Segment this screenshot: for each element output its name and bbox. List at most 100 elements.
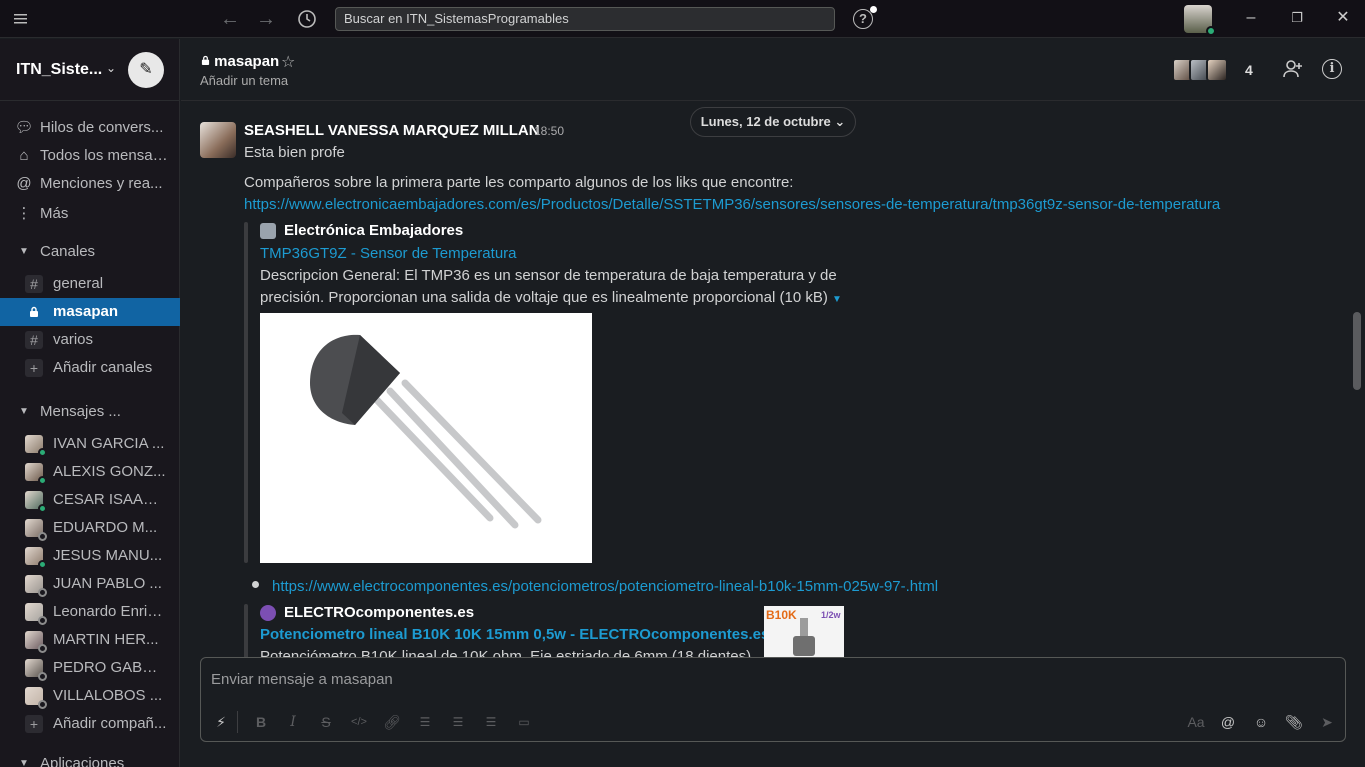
unfurl-title-link[interactable]: Potenciometro lineal B10K 10K 15mm 0,5w … — [260, 626, 769, 643]
forward-arrow-icon[interactable]: → — [255, 9, 277, 29]
sidebar-item-label: masapan — [53, 303, 119, 320]
sidebar-item-dm[interactable]: Leonardo Enriq... — [0, 598, 180, 626]
code-icon[interactable]: </> — [349, 713, 369, 731]
sidebar-item-label: Hilos de convers... — [40, 119, 164, 136]
unfurl-thumbnail-potentiometer[interactable]: B10K 1/2w — [764, 606, 844, 657]
channel-name: masapan — [214, 53, 280, 70]
sidebar-item-dm[interactable]: PEDRO GABRI... — [0, 654, 180, 682]
sidebar-item-general[interactable]: # general — [0, 270, 180, 298]
code-block-icon[interactable]: ▭ — [514, 713, 534, 731]
info-icon[interactable]: i — [1322, 59, 1342, 79]
sidebar-item-label: varios — [53, 331, 94, 348]
sidebar-item-dm[interactable]: IVAN GARCIA ... — [0, 430, 180, 458]
compose-button[interactable]: ✎ — [128, 52, 164, 88]
sidebar-item-dm[interactable]: JUAN PABLO ... — [0, 570, 180, 598]
search-input[interactable]: Buscar en ITN_SistemasProgramables — [335, 7, 835, 31]
sidebar-item-label: Leonardo Enriq... — [53, 603, 168, 620]
message-list: SEASHELL VANESSA MARQUEZ MILLAN 18:50 Lu… — [181, 102, 1365, 657]
dms-section-header[interactable]: ▼ Mensajes ... — [0, 398, 180, 426]
sidebar-item-dm[interactable]: MARTIN HER... — [0, 626, 180, 654]
mention-icon[interactable]: @ — [1218, 713, 1238, 731]
chevron-down-icon[interactable]: ⌄ — [106, 61, 116, 75]
unfurl-description: precisión. Proporcionan una salida de vo… — [260, 289, 842, 306]
sidebar-item-label: Todos los mensaj... — [40, 147, 168, 164]
add-channels-button[interactable]: + Añadir canales — [0, 354, 180, 382]
channels-section-header[interactable]: ▼ Canales — [0, 238, 180, 266]
sidebar-item-dm[interactable]: EDUARDO M... — [0, 514, 180, 542]
sidebar-item-mentions[interactable]: @ Menciones y rea... — [0, 170, 180, 198]
minimize-icon[interactable]: – — [1243, 10, 1259, 26]
unfurl-title-link[interactable]: TMP36GT9Z - Sensor de Temperatura — [260, 245, 517, 262]
sidebar-item-dm[interactable]: JESUS MANU... — [0, 542, 180, 570]
caret-down-icon: ▼ — [19, 406, 29, 417]
unfurl-image-tmp36[interactable] — [260, 313, 592, 563]
message-link[interactable]: https://www.electronicaembajadores.com/e… — [244, 196, 1220, 213]
presence-dot — [38, 672, 47, 681]
scrollbar[interactable] — [1353, 312, 1361, 390]
sidebar-item-more[interactable]: ⋮ Más — [0, 200, 180, 228]
send-icon[interactable]: ➤ — [1317, 713, 1337, 731]
message-input[interactable]: Enviar mensaje a masapan — [211, 671, 393, 688]
member-avatar — [1206, 58, 1228, 82]
sidebar-item-dm[interactable]: VILLALOBOS ... — [0, 682, 180, 710]
channel-topic[interactable]: Añadir un tema — [200, 73, 288, 88]
expand-caret-icon[interactable]: ▼ — [832, 294, 842, 305]
sidebar-item-varios[interactable]: # varios — [0, 326, 180, 354]
italic-icon[interactable]: I — [283, 713, 303, 731]
member-count[interactable]: 4 — [1245, 62, 1253, 78]
emoji-icon[interactable]: ☺ — [1251, 713, 1271, 731]
menu-icon[interactable] — [14, 11, 32, 27]
sidebar-item-label: IVAN GARCIA ... — [53, 435, 165, 452]
message-link[interactable]: https://www.electrocomponentes.es/potenc… — [272, 578, 938, 595]
user-avatar[interactable] — [1184, 5, 1216, 36]
ordered-list-icon[interactable]: ☰ — [415, 713, 435, 731]
message-author[interactable]: SEASHELL VANESSA MARQUEZ MILLAN — [244, 122, 540, 139]
all-dms-icon: ⌂ — [19, 147, 29, 164]
message-time[interactable]: 18:50 — [534, 124, 564, 138]
sidebar-item-masapan[interactable]: masapan — [0, 298, 180, 326]
site-favicon-icon — [260, 605, 276, 621]
presence-dot — [38, 504, 47, 513]
strikethrough-icon[interactable]: S — [316, 713, 336, 731]
formatting-toggle[interactable]: Aa — [1185, 713, 1207, 731]
presence-dot — [38, 700, 47, 709]
unfurl-site-name: ELECTROcomponentes.es — [284, 604, 475, 621]
presence-dot — [38, 644, 47, 653]
hash-icon: # — [25, 275, 43, 293]
section-label: Mensajes ... — [40, 403, 121, 420]
message-composer[interactable]: Enviar mensaje a masapan ⚡︎ B I S </> 🔗︎… — [200, 657, 1346, 742]
notification-dot — [870, 6, 877, 13]
link-icon[interactable]: 🔗︎ — [382, 713, 402, 731]
site-favicon-icon — [260, 223, 276, 239]
close-icon[interactable]: ✕ — [1335, 10, 1351, 26]
sidebar-item-label: VILLALOBOS ... — [53, 687, 163, 704]
sidebar-item-label: general — [53, 275, 104, 292]
back-arrow-icon[interactable]: ← — [219, 9, 241, 29]
star-icon[interactable]: ☆ — [281, 52, 295, 72]
unfurl-bar — [244, 604, 248, 657]
date-divider-button[interactable]: Lunes, 12 de octubre ⌄ — [690, 107, 856, 137]
workspace-header[interactable]: ITN_Siste... ⌄ ✎ — [0, 39, 180, 101]
sidebar-item-label: PEDRO GABRI... — [53, 659, 168, 676]
channel-title[interactable]: masapan — [201, 53, 279, 70]
help-icon[interactable]: ? — [853, 9, 873, 29]
apps-section-header[interactable]: ▼ Aplicaciones — [0, 750, 180, 767]
sidebar-item-dm[interactable]: ALEXIS GONZ... — [0, 458, 180, 486]
at-icon: @ — [16, 175, 32, 192]
attach-icon[interactable]: 📎︎ — [1284, 713, 1304, 731]
workspace-name[interactable]: ITN_Siste... — [16, 61, 102, 79]
shortcuts-lightning-icon[interactable]: ⚡︎ — [211, 713, 231, 731]
unfurl-bar — [244, 222, 248, 563]
sidebar-item-threads[interactable]: 💬︎ Hilos de convers... — [0, 114, 180, 142]
restore-icon[interactable]: ❐ — [1289, 10, 1305, 26]
author-avatar[interactable] — [200, 122, 236, 158]
presence-dot — [38, 560, 47, 569]
blockquote-icon[interactable]: ☰ — [481, 713, 501, 731]
history-icon[interactable] — [296, 9, 318, 29]
bulleted-list-icon[interactable]: ☰ — [448, 713, 468, 731]
bold-icon[interactable]: B — [251, 713, 271, 731]
add-teammates-button[interactable]: + Añadir compañ... — [0, 710, 180, 738]
add-person-icon[interactable] — [1282, 58, 1304, 80]
sidebar-item-all-dms[interactable]: ⌂ Todos los mensaj... — [0, 142, 180, 170]
sidebar-item-dm[interactable]: CESAR ISAAC ... — [0, 486, 180, 514]
